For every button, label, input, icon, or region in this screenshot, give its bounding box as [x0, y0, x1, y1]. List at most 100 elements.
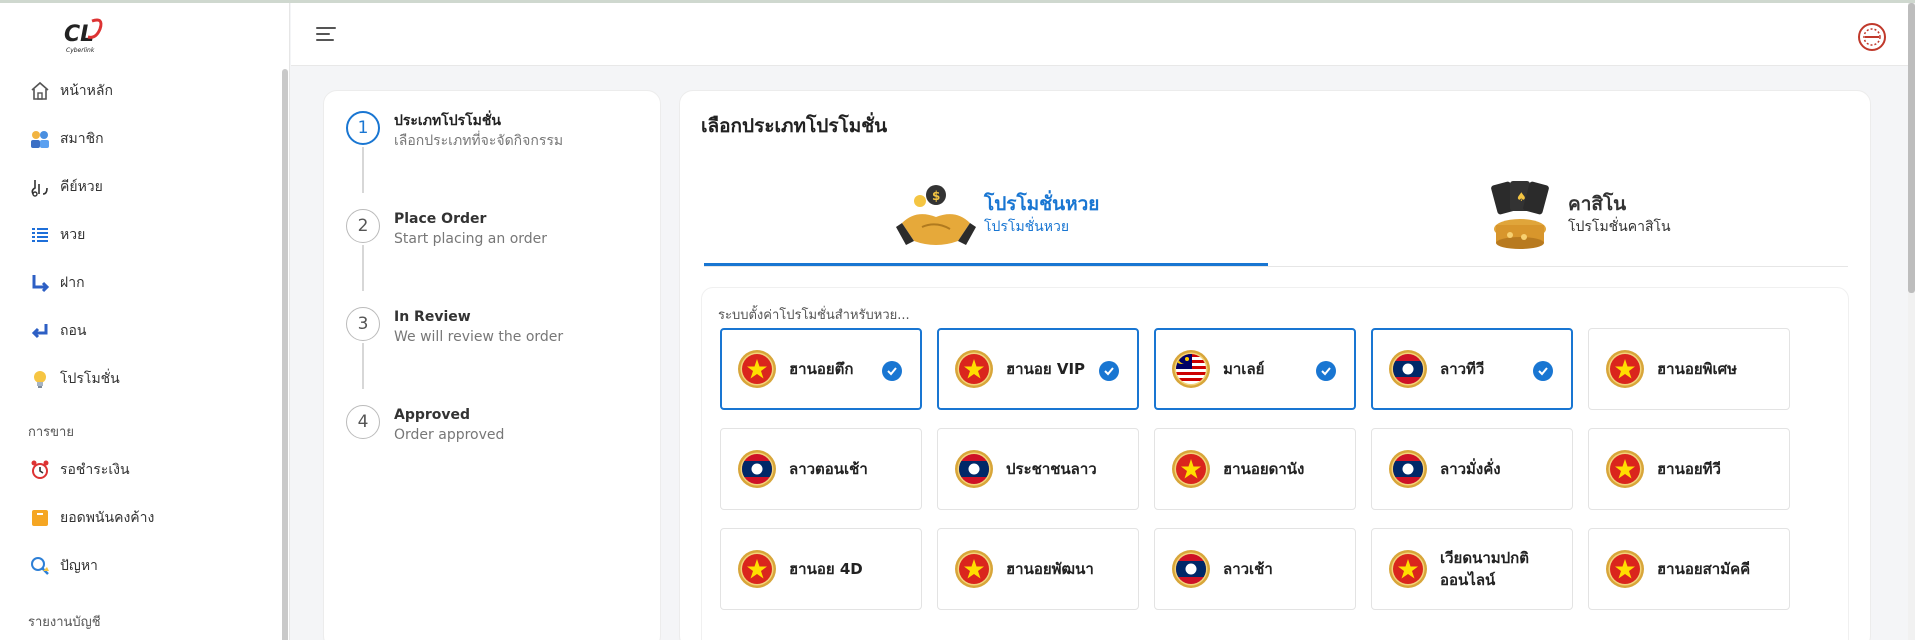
lottery-name: ฮานอยทีวี	[1657, 460, 1721, 478]
sidebar-item-promotion[interactable]: โปรโมชั่น	[28, 365, 120, 393]
vietnam-flag-icon	[738, 550, 776, 588]
check-icon	[882, 361, 902, 381]
step-number: 3	[346, 307, 380, 341]
casino-cards-icon: ♠	[1491, 181, 1549, 249]
page-title: เลือกประเภทโปรโมชั่น	[701, 115, 888, 137]
lottery-card[interactable]: ลาวตอนเช้า	[720, 428, 922, 510]
page-scrollbar[interactable]	[1908, 3, 1915, 640]
sidebar-scrollbar[interactable]	[282, 69, 288, 640]
step-subtitle: Order approved	[394, 427, 505, 443]
lottery-selection-panel: ระบบตั้งค่าโปรโมชั่นสำหรับหวย... ฮานอยตึ…	[701, 287, 1849, 640]
tab-casino-promotion[interactable]: ♠ คาสิโน โปรโมชั่นคาสิโน	[1480, 179, 1671, 251]
lottery-name: ฮานอยตึก	[789, 360, 854, 378]
laos-flag-icon	[1389, 450, 1427, 488]
step-4[interactable]: 4 Approved Order approved	[346, 405, 504, 445]
sidebar-item-deposit[interactable]: ฝาก	[28, 269, 85, 297]
lottery-card[interactable]: ฮานอยพัฒนา	[937, 528, 1139, 610]
lottery-card[interactable]: ฮานอยสามัคคี	[1588, 528, 1790, 610]
home-icon	[28, 79, 52, 103]
lottery-card[interactable]: ลาวทีวี	[1371, 328, 1573, 410]
lightbulb-icon	[28, 367, 52, 391]
sidebar-item-home[interactable]: หน้าหลัก	[28, 77, 113, 105]
step-title: Approved	[394, 407, 471, 423]
laos-flag-icon	[1389, 350, 1427, 388]
step-subtitle: เลือกประเภทที่จะจัดกิจกรรม	[394, 133, 564, 149]
step-title: ประเภทโปรโมชั่น	[394, 113, 501, 129]
check-icon	[1099, 361, 1119, 381]
lottery-card[interactable]: ฮานอยทีวี	[1588, 428, 1790, 510]
sidebar-item-members[interactable]: สมาชิก	[28, 125, 104, 153]
sidebar-section-sales: การขาย	[28, 425, 74, 440]
sidebar-item-outstanding-bets[interactable]: ยอดพนันคงค้าง	[28, 504, 154, 532]
svg-text:♠: ♠	[1516, 190, 1527, 204]
lottery-name: ฮานอยพัฒนา	[1006, 560, 1094, 578]
step-connector	[362, 147, 364, 193]
lottery-card[interactable]: เวียดนามปกติ ออนไลน์	[1371, 528, 1573, 610]
members-icon	[28, 127, 52, 151]
step-number: 1	[346, 111, 380, 145]
lottery-card[interactable]: ฮานอยพิเศษ	[1588, 328, 1790, 410]
box-icon	[28, 506, 52, 530]
lottery-name: ประชาชนลาว	[1006, 460, 1097, 478]
vietnam-flag-icon	[1389, 550, 1427, 588]
sidebar-item-problems[interactable]: ปัญหา	[28, 552, 98, 580]
deposit-arrow-icon	[28, 271, 52, 295]
sidebar-item-pending-payment[interactable]: รอชำระเงิน	[28, 456, 130, 484]
svg-text:$: $	[932, 189, 940, 203]
vietnam-flag-icon	[1606, 350, 1644, 388]
sidebar: CL Cyberlink หน้าหลัก สมาชิก คีย์หวย หวย…	[0, 3, 290, 640]
lottery-card[interactable]: ฮานอยดานัง	[1154, 428, 1356, 510]
sidebar-item-label: คีย์หวย	[60, 179, 103, 195]
lottery-card[interactable]: ลาวมั่งคั่ง	[1371, 428, 1573, 510]
active-tab-indicator	[704, 263, 1268, 266]
sidebar-item-label: ฝาก	[60, 275, 85, 291]
promotion-type-panel: เลือกประเภทโปรโมชั่น $ โปรโมชั่นหวย โปรโ…	[679, 90, 1871, 640]
problem-icon	[28, 554, 52, 578]
sidebar-item-label: สมาชิก	[60, 131, 104, 147]
sidebar-item-lotto[interactable]: หวย	[28, 221, 85, 249]
vietnam-flag-icon	[955, 350, 993, 388]
lottery-card[interactable]: ฮานอย VIP	[937, 328, 1139, 410]
svg-text:CL: CL	[64, 22, 94, 47]
steps-panel: 1 ประเภทโปรโมชั่นเลือกประเภทที่จะจัดกิจก…	[323, 90, 661, 640]
lottery-card[interactable]: ประชาชนลาว	[937, 428, 1139, 510]
tab-lotto-promotion[interactable]: $ โปรโมชั่นหวย โปรโมชั่นหวย	[896, 179, 1099, 251]
cyberlink-logo[interactable]: CL Cyberlink	[62, 15, 108, 55]
lottery-name: มาเลย์	[1223, 360, 1265, 378]
panel-description: ระบบตั้งค่าโปรโมชั่นสำหรับหวย...	[718, 308, 910, 323]
menu-toggle-icon[interactable]	[316, 27, 336, 43]
sidebar-item-label: โปรโมชั่น	[60, 371, 120, 387]
check-icon	[1316, 361, 1336, 381]
laos-flag-icon	[955, 450, 993, 488]
lottery-card[interactable]: ฮานอยตึก	[720, 328, 922, 410]
lottery-name: ฮานอย 4D	[789, 560, 863, 578]
step-2[interactable]: 2 Place Order Start placing an order	[346, 209, 547, 249]
tab-title: คาสิโน	[1568, 193, 1627, 215]
step-1[interactable]: 1 ประเภทโปรโมชั่นเลือกประเภทที่จะจัดกิจก…	[346, 111, 563, 151]
tab-title: โปรโมชั่นหวย	[984, 193, 1100, 215]
lottery-name: เวียดนามปกติ ออนไลน์	[1440, 549, 1529, 589]
top-header	[291, 3, 1915, 66]
tab-subtitle: โปรโมชั่นคาสิโน	[1568, 219, 1671, 235]
step-subtitle: Start placing an order	[394, 231, 548, 247]
sidebar-item-label: หวย	[60, 227, 86, 243]
sidebar-section-reports: รายงานบัญชี	[28, 615, 101, 630]
sidebar-item-label: รอชำระเงิน	[60, 462, 130, 478]
step-number: 2	[346, 209, 380, 243]
step-3[interactable]: 3 In Review We will review the order	[346, 307, 563, 347]
sidebar-item-withdraw[interactable]: ถอน	[28, 317, 86, 345]
step-connector	[362, 343, 364, 389]
user-avatar[interactable]	[1857, 22, 1887, 52]
lottery-name: ลาวมั่งคั่ง	[1440, 460, 1501, 478]
lottery-card[interactable]: ฮานอย 4D	[720, 528, 922, 610]
alarm-clock-icon	[28, 458, 52, 482]
page-scrollbar-thumb[interactable]	[1908, 3, 1915, 293]
key-lotto-icon	[28, 175, 52, 199]
lottery-card[interactable]: มาเลย์	[1154, 328, 1356, 410]
lottery-card[interactable]: ลาวเช้า	[1154, 528, 1356, 610]
sidebar-item-key-lotto[interactable]: คีย์หวย	[28, 173, 103, 201]
lottery-name: ลาวตอนเช้า	[789, 460, 868, 478]
malaysia-flag-icon	[1172, 350, 1210, 388]
lottery-name: ฮานอยสามัคคี	[1657, 560, 1751, 578]
laos-flag-icon	[738, 450, 776, 488]
